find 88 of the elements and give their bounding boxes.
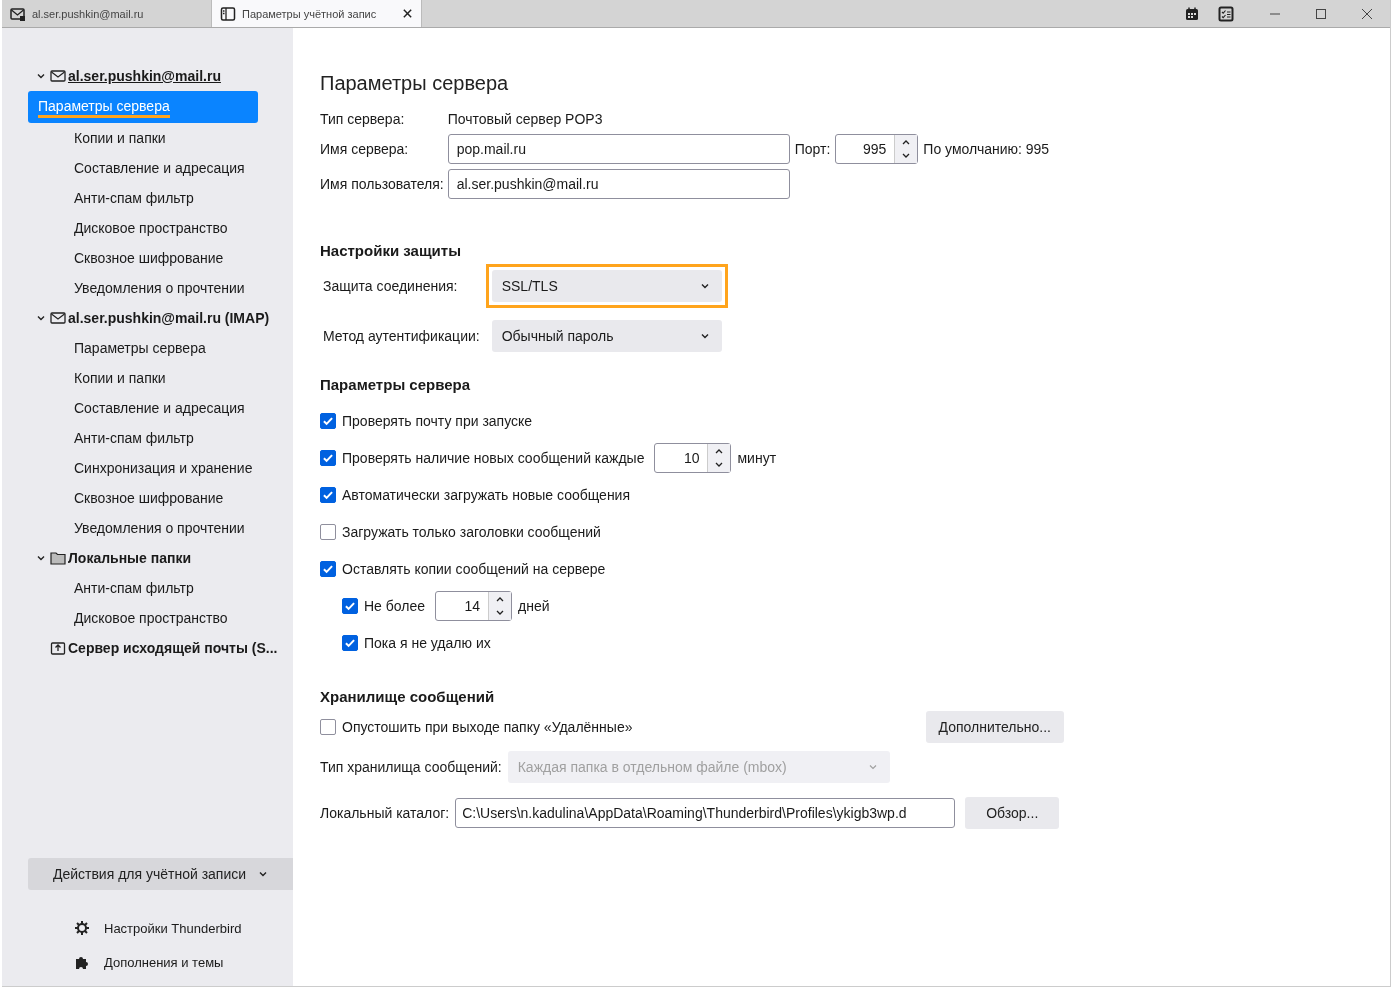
footer-link[interactable]: Настройки Thunderbird: [104, 920, 242, 936]
gear-icon: [74, 920, 90, 936]
unit-label: минут: [737, 450, 777, 466]
sidebar-item[interactable]: Синхронизация и хранение: [28, 453, 293, 483]
checkbox[interactable]: [342, 598, 358, 614]
sidebar-item[interactable]: Анти-спам фильтр: [28, 573, 293, 603]
chevron-down-icon[interactable]: [36, 71, 46, 81]
envelope-icon: [50, 310, 66, 326]
port-spinbox[interactable]: 995: [835, 134, 919, 164]
sidebar-item[interactable]: Уведомления о прочтении: [28, 273, 293, 303]
sidebar-item[interactable]: Составление и адресация: [28, 393, 293, 423]
server-name-field[interactable]: pop.mail.ru: [447, 134, 790, 164]
default-port-text: По умолчанию: 995: [923, 141, 1050, 157]
close-icon[interactable]: [402, 8, 413, 19]
field-label: Имя пользователя:: [320, 176, 444, 192]
number-spinbox[interactable]: 10: [654, 443, 732, 473]
tab[interactable]: Параметры учётной запис: [212, 0, 422, 27]
sidebar-panel-icon: [220, 5, 236, 22]
number-spinbox[interactable]: 14: [435, 591, 513, 621]
section-heading: Настройки защиты: [320, 242, 462, 259]
checkbox-label: Не более: [364, 598, 426, 614]
section-heading: Параметры сервера: [320, 376, 472, 393]
unit-label: дней: [518, 598, 550, 614]
sidebar-item[interactable]: Дисковое пространство: [28, 603, 293, 633]
chevron-down-icon: [258, 869, 269, 879]
dropdown[interactable]: Обычный пароль: [491, 320, 722, 352]
sidebar-item[interactable]: Копии и папки: [28, 363, 293, 393]
checkbox[interactable]: [320, 487, 336, 503]
checkbox[interactable]: [320, 450, 336, 466]
chevron-down-icon: [699, 281, 710, 291]
sidebar-item[interactable]: Копии и папки: [28, 123, 293, 153]
checkbox[interactable]: [320, 719, 336, 735]
sidebar-item[interactable]: Параметры сервера: [28, 333, 293, 363]
sidebar-item[interactable]: Анти-спам фильтр: [28, 423, 293, 453]
checkbox-label: Проверять почту при запуске: [342, 413, 533, 429]
sidebar-item[interactable]: Параметры сервера: [28, 91, 258, 123]
checkbox[interactable]: [320, 524, 336, 540]
field-label: Метод аутентификации:: [323, 328, 480, 344]
page-title: Параметры сервера: [320, 72, 510, 95]
sidebar-item[interactable]: Сквозное шифрование: [28, 243, 293, 273]
field-label: Тип сервера:: [320, 110, 406, 129]
section-heading: Хранилище сообщений: [320, 688, 496, 705]
sidebar-item[interactable]: Уведомления о прочтении: [28, 513, 293, 543]
account-item[interactable]: Локальные папки: [68, 550, 192, 566]
footer-link[interactable]: Дополнения и темы: [104, 954, 224, 970]
local-directory-field[interactable]: C:\Users\n.kadulina\AppData\Roaming\Thunderbird\Profiles\ykigb3wp.d: [455, 798, 956, 828]
chevron-down-icon[interactable]: [36, 553, 46, 563]
sidebar-item[interactable]: Составление и адресация: [28, 153, 293, 183]
server-type-value: Почтовый сервер POP3: [447, 110, 603, 129]
browse-button[interactable]: Обзор...: [965, 797, 1060, 829]
tab-label: al.ser.pushkin@mail.ru: [32, 7, 145, 20]
advanced-button[interactable]: Дополнительно...: [925, 711, 1064, 743]
account-item[interactable]: Сервер исходящей почты (S...: [68, 640, 278, 656]
sidebar-item[interactable]: Сквозное шифрование: [28, 483, 293, 513]
tab-label: Параметры учётной запис: [242, 7, 378, 20]
checkbox[interactable]: [320, 413, 336, 429]
outbox-icon: [50, 640, 66, 656]
chevron-down-icon: [867, 762, 878, 772]
envelope-lock-icon: [10, 5, 26, 22]
field-label: Тип хранилища сообщений:: [320, 759, 502, 775]
puzzle-icon: [74, 954, 90, 970]
account-item[interactable]: al.ser.pushkin@mail.ru: [68, 68, 221, 84]
checkbox-label: Автоматически загружать новые сообщения: [342, 487, 631, 503]
folder-icon: [50, 550, 66, 566]
checkbox-label: Проверять наличие новых сообщений каждые: [342, 450, 645, 466]
maximize-icon[interactable]: [1315, 7, 1327, 20]
envelope-icon: [50, 68, 66, 84]
checkbox-label: Опустошить при выходе папку «Удалённые»: [342, 719, 633, 735]
task-list-icon[interactable]: [1218, 5, 1234, 22]
checkbox-label: Загружать только заголовки сообщений: [342, 524, 601, 540]
field-label: Локальный каталог:: [320, 805, 450, 821]
calendar-icon[interactable]: [1184, 5, 1200, 22]
account-actions-button[interactable]: Действия для учётной записи: [28, 858, 293, 890]
checkbox[interactable]: [320, 561, 336, 577]
checkbox-label: Пока я не удалю их: [364, 635, 491, 651]
chevron-down-icon: [699, 331, 710, 341]
close-icon[interactable]: [1361, 7, 1373, 20]
sidebar-item[interactable]: Анти-спам фильтр: [28, 183, 293, 213]
field-label: Защита соединения:: [323, 278, 459, 294]
account-item[interactable]: al.ser.pushkin@mail.ru (IMAP): [68, 310, 270, 326]
checkbox-label: Оставлять копии сообщений на сервере: [342, 561, 606, 577]
dropdown[interactable]: SSL/TLS: [491, 270, 722, 302]
field-label: Имя сервера:: [320, 141, 410, 157]
username-field[interactable]: al.ser.pushkin@mail.ru: [447, 169, 790, 199]
sidebar-item[interactable]: Дисковое пространство: [28, 213, 293, 243]
chevron-down-icon[interactable]: [36, 313, 46, 323]
field-label: Порт:: [794, 141, 831, 157]
checkbox[interactable]: [342, 635, 358, 651]
